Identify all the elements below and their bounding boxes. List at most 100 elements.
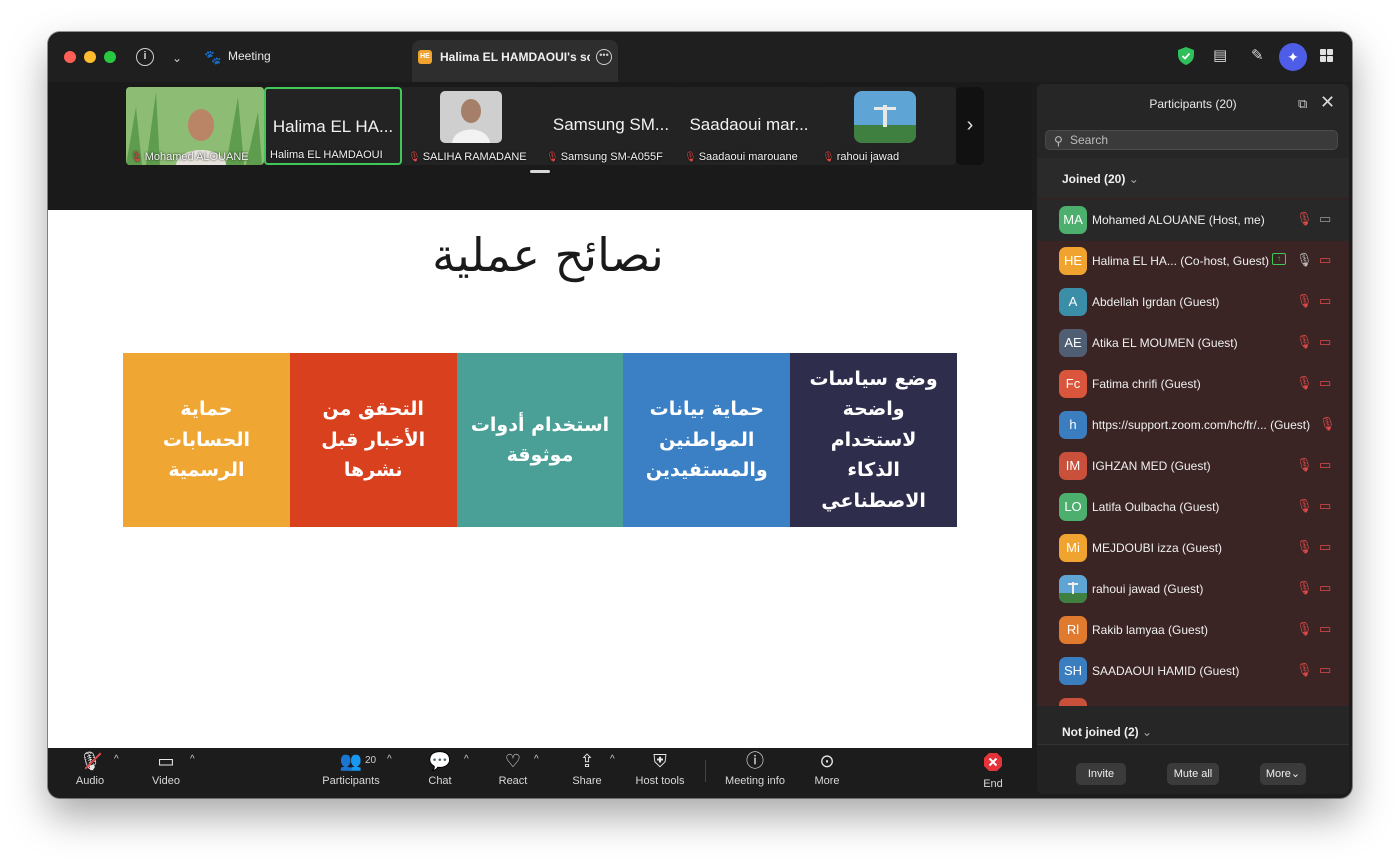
search-input[interactable]: ⚲ Search [1045, 130, 1338, 150]
zoom-window-button[interactable] [104, 51, 116, 63]
mic-off-icon: 🎙 [684, 152, 697, 163]
slide-boxes: حماية الحسابات الرسمية التحقق من الأخبار… [123, 353, 957, 527]
meeting-title[interactable]: Meeting [228, 49, 271, 63]
end-button[interactable]: End [978, 748, 1008, 798]
share-options-caret[interactable]: ^ [610, 754, 615, 765]
info-icon[interactable]: i [136, 48, 154, 66]
share-button[interactable]: ⇪ Share [568, 748, 606, 798]
close-icon[interactable]: ✕ [1320, 92, 1335, 113]
video-off-icon[interactable]: ▭ [1319, 457, 1331, 473]
avatar [1059, 698, 1087, 706]
participant-name: SAADAOUI HAMID (Guest) [1092, 664, 1240, 678]
mic-on-icon[interactable]: 🎙 [1296, 252, 1313, 268]
participant-row[interactable]: AE Atika EL MOUMEN (Guest) 🎙 ▭ [1037, 323, 1349, 364]
heart-icon: ♡ [504, 751, 522, 771]
tile-name: 🎙 Samsung SM-A055F [546, 151, 663, 163]
tile-display-name: Saadaoui mar... [689, 115, 809, 134]
ai-companion-icon[interactable]: ✦ [1279, 43, 1307, 71]
strip-resize-handle[interactable] [530, 170, 550, 173]
participant-row[interactable]: rahoui jawad (Guest) 🎙 ▭ [1037, 569, 1349, 610]
popout-icon[interactable]: ⧉ [1298, 96, 1307, 112]
chat-icon: 💬 [428, 751, 452, 771]
chat-options-caret[interactable]: ^ [464, 754, 469, 765]
mic-off-icon[interactable]: 🎙 [1296, 211, 1313, 227]
video-button[interactable]: ▭ Video [146, 748, 186, 798]
invite-button[interactable]: Invite [1076, 763, 1126, 785]
react-options-caret[interactable]: ^ [534, 754, 539, 765]
video-tile-mohamed[interactable]: 🎙 Mohamed ALOUANE [126, 87, 264, 165]
participant-row-partial[interactable] [1037, 692, 1349, 706]
mic-off-icon[interactable]: 🎙 [1296, 375, 1313, 391]
avatar: h [1059, 411, 1087, 439]
video-off-icon[interactable]: ▭ [1319, 580, 1331, 596]
video-off-icon[interactable]: ▭ [1319, 252, 1331, 268]
mic-off-icon[interactable]: 🎙 [1296, 334, 1313, 350]
audio-button[interactable]: 🎙 Audio [70, 748, 110, 798]
video-off-icon[interactable]: ▭ [1319, 375, 1331, 391]
participant-row[interactable]: Rl Rakib lamyaa (Guest) 🎙 ▭ [1037, 610, 1349, 651]
slide-box: حماية بيانات المواطنين والمستفيدين [623, 353, 791, 527]
more-options-icon[interactable]: ••• [596, 49, 612, 65]
participant-row[interactable]: Fc Fatima chrifi (Guest) 🎙 ▭ [1037, 364, 1349, 405]
video-tile-rahoui[interactable]: 🎙 rahoui jawad [818, 87, 956, 165]
avatar: IM [1059, 452, 1087, 480]
tile-name: 🎙 SALIHA RAMADANE [408, 151, 527, 163]
mic-off-icon: 🎙 [130, 152, 143, 163]
video-off-icon[interactable]: ▭ [1319, 621, 1331, 637]
mic-off-icon[interactable]: 🎙 [1296, 539, 1313, 555]
pencil-icon[interactable]: ✎ [1251, 46, 1264, 64]
participant-row[interactable]: MA Mohamed ALOUANE (Host, me) 🎙 ▭ [1037, 200, 1349, 241]
participant-list: MA Mohamed ALOUANE (Host, me) 🎙 ▭ HE Hal… [1037, 200, 1349, 706]
video-off-icon[interactable]: ▭ [1319, 334, 1331, 350]
more-label: More [814, 775, 840, 787]
meeting-info-label: Meeting info [725, 775, 785, 787]
participant-row[interactable]: A Abdellah Igrdan (Guest) 🎙 ▭ [1037, 282, 1349, 323]
mic-off-icon[interactable]: 🎙 [1296, 293, 1313, 309]
mic-off-icon[interactable]: 🎙 [1296, 662, 1313, 678]
mic-off-icon[interactable]: 🎙 [1319, 416, 1336, 432]
audio-options-caret[interactable]: ^ [114, 754, 119, 765]
participant-row[interactable]: Mi MEJDOUBI izza (Guest) 🎙 ▭ [1037, 528, 1349, 569]
close-window-button[interactable] [64, 51, 76, 63]
chevron-down-icon[interactable]: ⌄ [172, 47, 182, 69]
video-tile-saadaoui[interactable]: Saadaoui mar... 🎙 Saadaoui marouane [680, 87, 818, 165]
not-joined-label: Not joined (2) ⌄ [1062, 725, 1153, 739]
participant-row[interactable]: SH SAADAOUI HAMID (Guest) 🎙 ▭ [1037, 651, 1349, 692]
minimize-window-button[interactable] [84, 51, 96, 63]
video-options-caret[interactable]: ^ [190, 754, 195, 765]
screen-share-tab[interactable]: HE Halima EL HAMDAOUI's scre ••• [412, 40, 618, 82]
meeting-info-button[interactable]: ⓘ Meeting info [722, 748, 788, 798]
participant-row[interactable]: HE Halima EL HA... (Co-host, Guest) ↑ 🎙 … [1037, 241, 1349, 282]
chat-label: Chat [428, 775, 452, 787]
video-off-icon[interactable]: ▭ [1319, 498, 1331, 514]
mic-off-icon[interactable]: 🎙 [1296, 621, 1313, 637]
video-tile-saliha[interactable]: 🎙 SALIHA RAMADANE [404, 87, 542, 165]
chat-button[interactable]: 💬 Chat [422, 748, 458, 798]
participant-row[interactable]: LO Latifa Oulbacha (Guest) 🎙 ▭ [1037, 487, 1349, 528]
video-tile-samsung[interactable]: Samsung SM... 🎙 Samsung SM-A055F [542, 87, 680, 165]
video-icon[interactable]: ▭ [1319, 211, 1331, 227]
participant-avatar-image [854, 91, 916, 143]
video-off-icon[interactable]: ▭ [1319, 293, 1331, 309]
video-tile-halima[interactable]: Halima EL HA... Halima EL HAMDAOUI [264, 87, 402, 165]
react-button[interactable]: ♡ React [494, 748, 532, 798]
mute-all-button[interactable]: Mute all [1167, 763, 1219, 785]
participants-options-caret[interactable]: ^ [387, 754, 392, 765]
mic-off-icon[interactable]: 🎙 [1296, 457, 1313, 473]
participant-row[interactable]: h https://support.zoom.com/hc/fr/... (Gu… [1037, 405, 1349, 446]
strip-next-button[interactable]: › [956, 87, 984, 165]
mic-off-icon[interactable]: 🎙 [1296, 580, 1313, 596]
mic-off-icon[interactable]: 🎙 [1296, 498, 1313, 514]
participant-row[interactable]: IM IGHZAN MED (Guest) 🎙 ▭ [1037, 446, 1349, 487]
joined-header[interactable]: Joined (20) ⌄ [1037, 158, 1349, 198]
video-off-icon[interactable]: ▭ [1319, 539, 1331, 555]
notes-icon[interactable]: ▤ [1213, 46, 1227, 64]
slide-title: نصائح عملية [432, 228, 664, 282]
security-shield-icon[interactable] [1178, 47, 1194, 65]
host-tools-button[interactable]: ⛨ Host tools [632, 748, 688, 798]
video-off-icon[interactable]: ▭ [1319, 662, 1331, 678]
apps-icon[interactable] [1320, 49, 1333, 62]
slide-box: حماية الحسابات الرسمية [123, 353, 290, 527]
more-button[interactable]: More⌄ [1260, 763, 1306, 785]
more-button[interactable]: ⊙ More [812, 748, 842, 798]
